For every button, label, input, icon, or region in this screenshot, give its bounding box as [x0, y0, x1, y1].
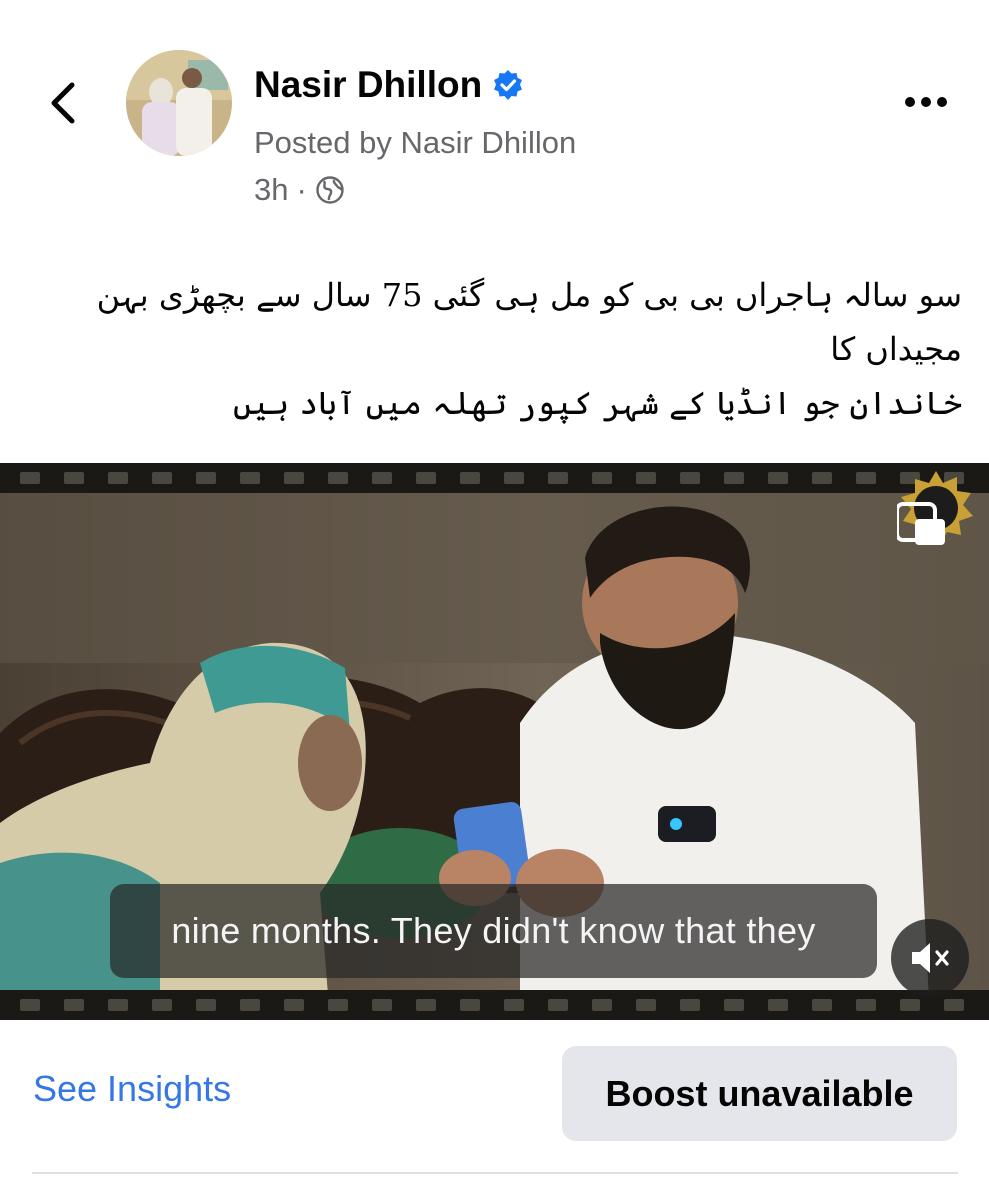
- author-name[interactable]: Nasir Dhillon: [254, 64, 482, 106]
- caption-line: خاندان جو انڈیا کے شہر کپور تھلہ میں آبا…: [232, 384, 962, 422]
- post-meta: 3h ·: [254, 172, 345, 208]
- more-options-button[interactable]: [896, 82, 956, 122]
- video-subtitle: nine months. They didn't know that they: [110, 884, 877, 978]
- filmstrip-top: [0, 463, 989, 493]
- divider: [32, 1172, 958, 1174]
- see-insights-link[interactable]: See Insights: [33, 1068, 231, 1110]
- post-header: Nasir Dhillon Posted by Nasir Dhillon 3h…: [0, 0, 989, 230]
- channel-logo-icon: [897, 471, 973, 545]
- verified-badge-icon: [494, 70, 523, 100]
- post-caption: سو سالہ ہاجراں بی بی کو مل ہی گئی 75 سال…: [30, 268, 962, 430]
- avatar[interactable]: [126, 50, 232, 156]
- mute-toggle-button[interactable]: [891, 919, 969, 997]
- globe-icon: [316, 176, 344, 204]
- speaker-muted-icon: [912, 943, 949, 973]
- timestamp[interactable]: 3h: [254, 172, 288, 208]
- boost-button[interactable]: Boost unavailable: [562, 1046, 957, 1141]
- filmstrip-bottom: [0, 990, 989, 1020]
- meta-separator: ·: [296, 172, 307, 207]
- posted-by-text: Posted by Nasir Dhillon: [254, 125, 577, 160]
- caption-line: سو سالہ ہاجراں بی بی کو مل ہی گئی 75 سال…: [96, 276, 962, 368]
- author-row: Nasir Dhillon: [254, 64, 524, 106]
- back-button[interactable]: [38, 78, 88, 128]
- more-options-icon: [905, 97, 947, 107]
- video-player[interactable]: nine months. They didn't know that they: [0, 463, 989, 1020]
- chevron-left-icon: [51, 82, 75, 124]
